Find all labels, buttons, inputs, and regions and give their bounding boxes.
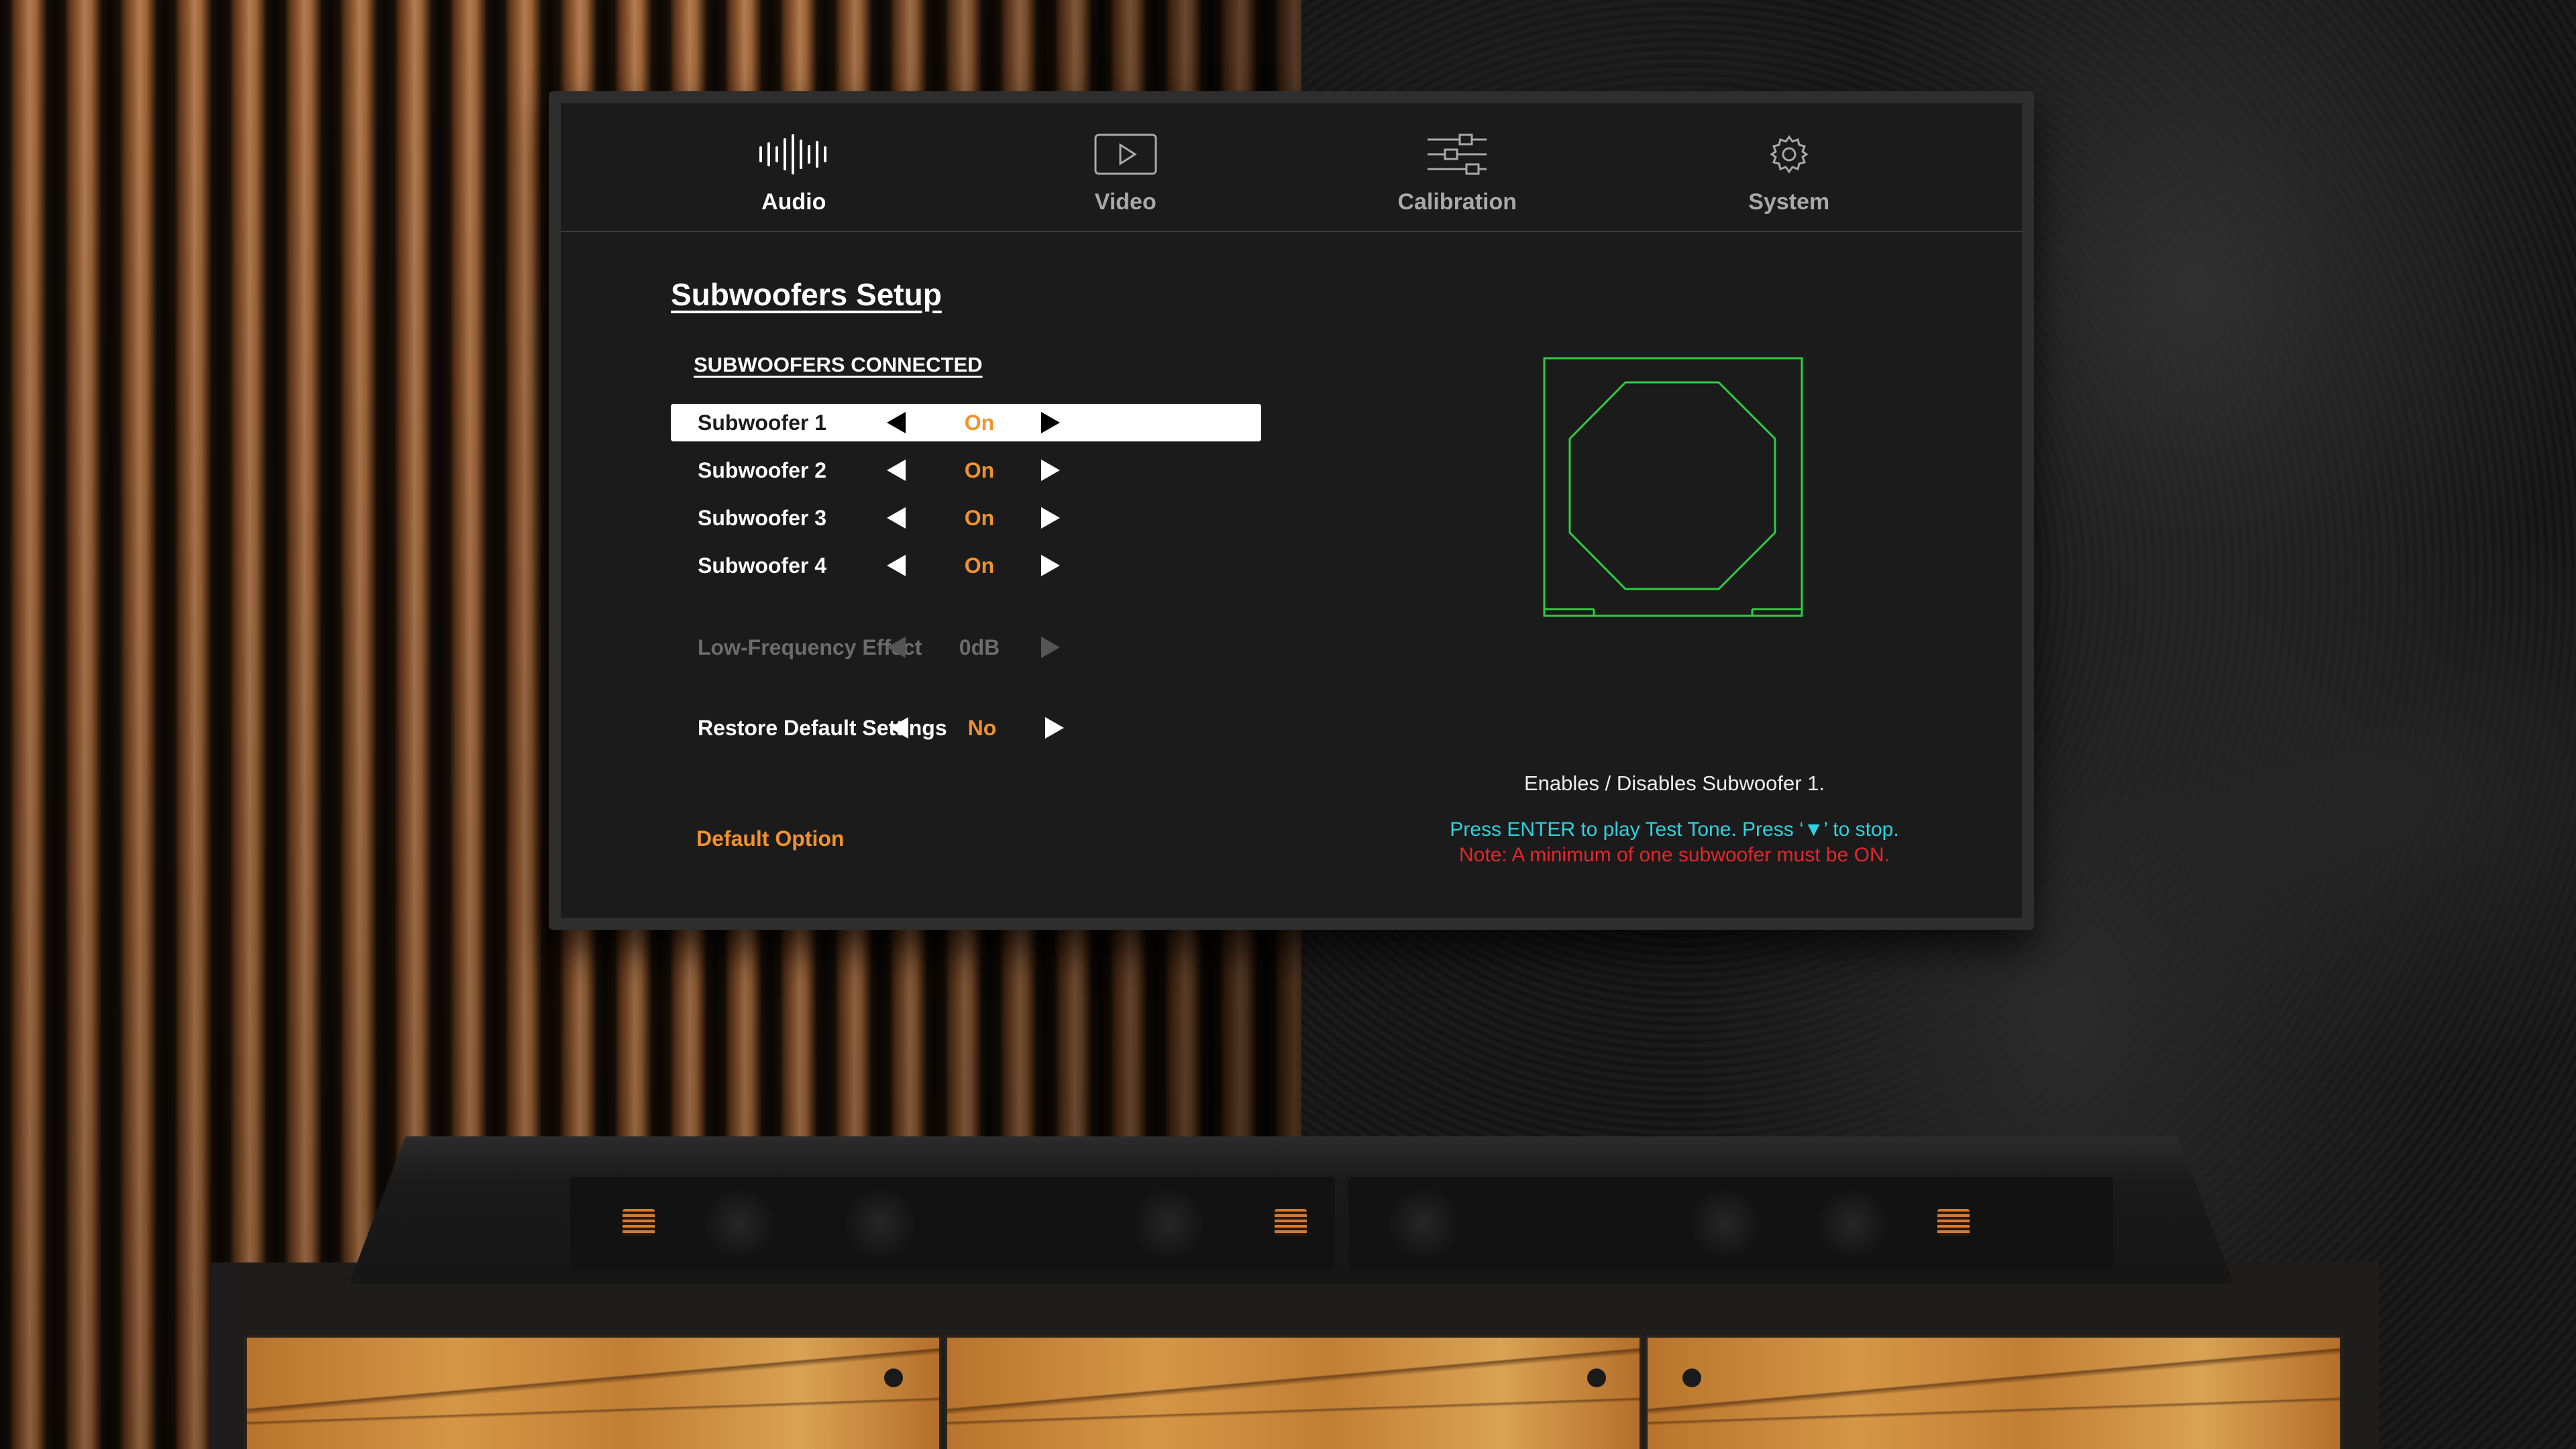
soundbar-driver: [1389, 1189, 1458, 1258]
setting-value: On: [964, 410, 995, 435]
setting-label: Subwoofer 2: [698, 458, 827, 482]
soundbar-led: [623, 1209, 655, 1236]
soundbar-driver: [1134, 1189, 1203, 1258]
sliders-icon: [1425, 127, 1489, 181]
left-arrow-icon[interactable]: [887, 507, 906, 529]
tab-system[interactable]: System: [1688, 127, 1890, 215]
setting-label: Subwoofer 3: [698, 505, 827, 530]
default-option-label: Default Option: [696, 826, 845, 851]
tab-calibration[interactable]: Calibration: [1356, 127, 1558, 215]
setting-value: No: [967, 715, 997, 740]
cabinet-door-left: [244, 1335, 942, 1449]
setting-description: Enables / Disables Subwoofer 1.: [1523, 771, 1825, 795]
setting-value: On: [964, 505, 995, 530]
help-text: Press ENTER to play Test Tone. Press ‘▼’…: [1399, 817, 1949, 868]
tv-screen: Audio Video Calibration System Subwoofer…: [561, 103, 2022, 918]
section-label: SUBWOOFERS CONNECTED: [694, 353, 983, 376]
soundbar-driver: [1818, 1189, 1888, 1258]
subwoofer-2-row[interactable]: Subwoofer 2 On: [671, 451, 1261, 489]
left-arrow-icon[interactable]: [890, 717, 908, 739]
setting-value: On: [964, 458, 995, 482]
right-arrow-icon[interactable]: [1041, 412, 1060, 433]
soundbar-led: [1937, 1209, 1970, 1236]
tab-audio[interactable]: Audio: [693, 127, 894, 215]
setting-value: On: [964, 553, 995, 578]
setting-label: Subwoofer 1: [698, 410, 827, 435]
setting-label: Restore Default Settings: [698, 715, 947, 740]
soundbar-driver: [845, 1189, 915, 1258]
tab-label: Audio: [761, 189, 826, 215]
tab-label: Video: [1094, 189, 1157, 215]
audio-waveform-icon: [757, 127, 830, 181]
tab-bar: Audio Video Calibration System: [561, 103, 2022, 232]
left-arrow-icon[interactable]: [887, 555, 906, 576]
left-arrow-icon[interactable]: [887, 412, 906, 433]
cabinet-door-middle: [945, 1335, 1642, 1449]
tab-label: Calibration: [1397, 189, 1517, 215]
subwoofer-4-row[interactable]: Subwoofer 4 On: [671, 547, 1261, 584]
right-arrow-icon: [1041, 637, 1060, 658]
subwoofer-1-row[interactable]: Subwoofer 1 On: [671, 404, 1261, 441]
page-title: Subwoofers Setup: [671, 277, 942, 312]
cabinet-handle: [884, 1368, 903, 1387]
setting-value: 0dB: [959, 635, 1000, 659]
subwoofer-3-row[interactable]: Subwoofer 3 On: [671, 499, 1261, 537]
right-arrow-icon[interactable]: [1041, 507, 1060, 529]
right-arrow-icon[interactable]: [1045, 717, 1064, 739]
setting-label: Subwoofer 4: [698, 553, 827, 578]
left-arrow-icon: [887, 637, 906, 658]
cabinet-handle: [1587, 1368, 1606, 1387]
restore-defaults-row[interactable]: Restore Default Settings No: [671, 709, 1261, 747]
video-play-icon: [1093, 127, 1158, 181]
minimum-subwoofer-note: Note: A minimum of one subwoofer must be…: [1459, 844, 1890, 866]
cabinet-handle: [1682, 1368, 1701, 1387]
subwoofer-diagram: [1543, 357, 1803, 617]
tab-video[interactable]: Video: [1025, 127, 1226, 215]
tab-label: System: [1748, 189, 1830, 215]
soundbar: [349, 1136, 2234, 1284]
soundbar-grille: [570, 1177, 1335, 1271]
soundbar-driver: [1690, 1189, 1760, 1258]
lfe-row: Low-Frequency Effect 0dB: [671, 629, 1261, 666]
right-arrow-icon[interactable]: [1041, 555, 1060, 576]
soundbar-led: [1275, 1209, 1307, 1236]
gear-icon: [1768, 127, 1811, 181]
right-arrow-icon[interactable]: [1041, 460, 1060, 481]
test-tone-hint: Press ENTER to play Test Tone. Press ‘▼’…: [1450, 818, 1899, 841]
left-arrow-icon[interactable]: [887, 460, 906, 481]
cabinet-door-right: [1645, 1335, 2343, 1449]
soundbar-driver: [704, 1189, 774, 1258]
